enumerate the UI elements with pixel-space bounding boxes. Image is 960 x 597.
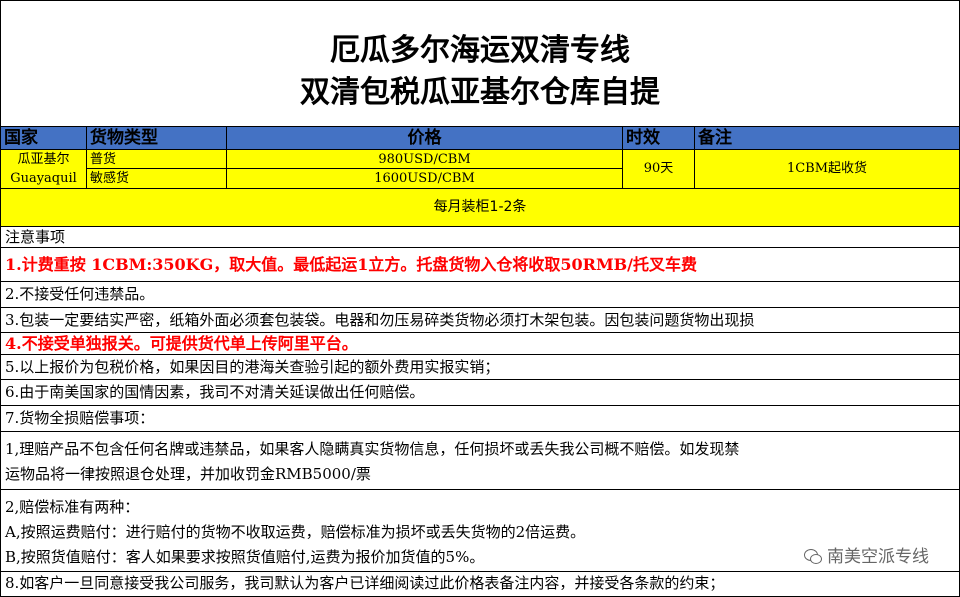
note-2: 2.不接受任何违禁品。 (1, 282, 959, 308)
price-sheet: 厄瓜多尔海运双清专线 双清包税瓜亚基尔仓库自提 国家 货物类型 价格 时效 备注… (0, 0, 960, 597)
watermark: 南美空派专线 (802, 542, 931, 567)
header-country: 国家 (1, 127, 87, 149)
note-7-2-line-1: 2,赔偿标准有两种： (5, 498, 140, 516)
transit-time-value: 90天 (623, 150, 695, 188)
header-transit-time: 时效 (623, 127, 695, 149)
price-general: 980USD/CBM (227, 150, 622, 169)
country-cell: 瓜亚基尔 Guayaquil (1, 150, 87, 188)
note-7-2-line-3: B,按照货值赔付：客人如果要求按照货值赔付,运费为报价加货值的5%。 (5, 548, 485, 566)
cargo-type-sensitive: 敏感货 (90, 171, 130, 186)
note-7-2-line-2: A,按照运费赔付：进行赔付的货物不收取运费，赔偿标准为损坏或丢失货物的2倍运费。 (5, 523, 586, 541)
note-7-1-line-1: 1,理赔产品不包含任何名牌或违禁品，如果客人隐瞒真实货物信息，任何损坏或丢失我公… (5, 440, 740, 458)
note-1: 1.计费重按 1CBM:350KG，取大值。最低起运1立方。托盘货物入仓将收取5… (1, 248, 959, 282)
remarks-value: 1CBM起收货 (786, 161, 868, 176)
country-cn: 瓜亚基尔 (17, 152, 70, 167)
note-8: 8.如客户一旦同意接受我公司服务，我司默认为客户已详细阅读过此价格表备注内容，并… (5, 574, 725, 592)
price-sensitive: 1600USD/CBM (374, 171, 475, 186)
header-cargo-type: 货物类型 (87, 127, 227, 149)
rate-rows: 瓜亚基尔 Guayaquil 普货 敏感货 980USD/CBM 1600USD… (1, 150, 959, 189)
header-remarks: 备注 (698, 128, 732, 148)
note-6: 6.由于南美国家的国情因素，我司不对清关延误做出任何赔偿。 (1, 380, 959, 406)
wechat-icon (804, 549, 822, 564)
country-en: Guayaquil (10, 171, 77, 186)
watermark-text: 南美空派专线 (827, 547, 929, 567)
note-7: 7.货物全损赔偿事项： (1, 406, 959, 432)
table-header: 国家 货物类型 价格 时效 备注 (1, 127, 959, 150)
schedule-row: 每月装柜1-2条 (1, 189, 959, 227)
price-cell: 980USD/CBM 1600USD/CBM (227, 150, 623, 188)
note-7-1: 1,理赔产品不包含任何名牌或违禁品，如果客人隐瞒真实货物信息，任何损坏或丢失我公… (1, 432, 959, 490)
title-line-2: 双清包税瓜亚基尔仓库自提 (300, 75, 660, 110)
notes-heading: 注意事项 (1, 227, 959, 248)
note-4: 4.不接受单独报关。可提供货代单上传阿里平台。 (1, 333, 959, 355)
header-price: 价格 (227, 127, 623, 149)
note-7-1-line-2: 运物品将一律按照退仓处理，并加收罚金RMB5000/票 (5, 465, 371, 483)
cargo-type-general: 普货 (87, 150, 226, 169)
title-block: 厄瓜多尔海运双清专线 双清包税瓜亚基尔仓库自提 (1, 1, 959, 127)
title-line-1: 厄瓜多尔海运双清专线 (330, 33, 630, 68)
cargo-type-cell: 普货 敏感货 (87, 150, 227, 188)
note-3: 3.包装一定要结实严密，纸箱外面必须套包装袋。电器和勿压易碎类货物必须打木架包装… (1, 308, 959, 333)
note-5: 5.以上报价为包税价格，如果因目的港海关查验引起的额外费用实报实销； (1, 355, 959, 380)
